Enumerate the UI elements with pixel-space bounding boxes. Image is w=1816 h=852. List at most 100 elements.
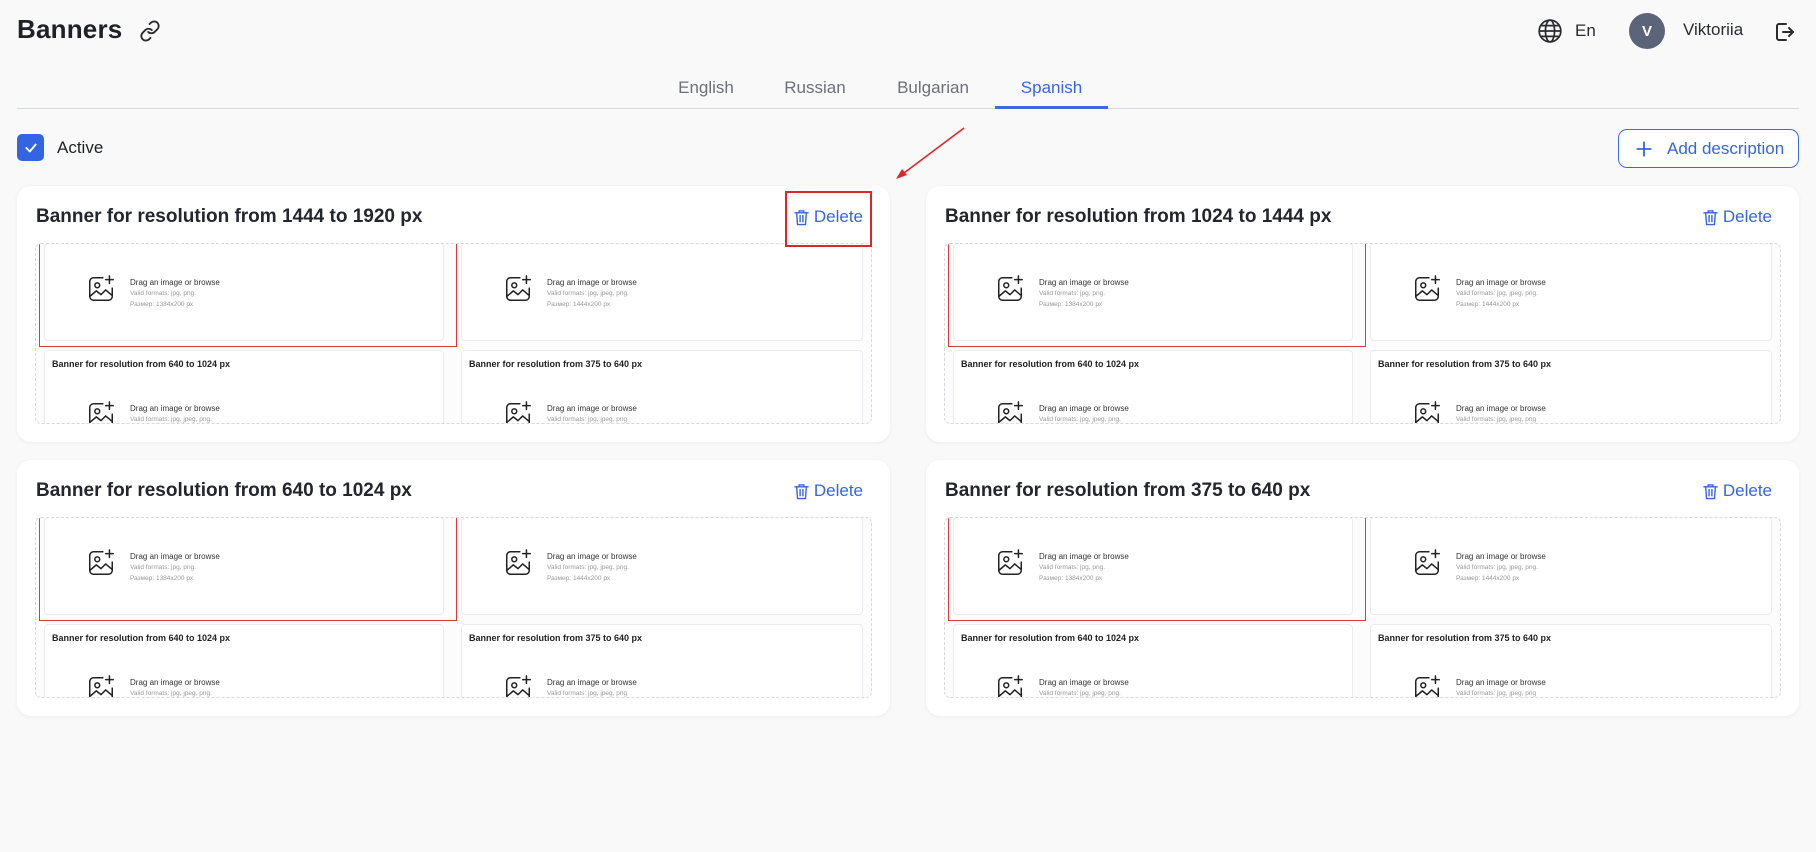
image-dropzone[interactable]: Drag an image or browse Valid formats: jp… xyxy=(1412,674,1546,697)
preview-tile-title: Banner for resolution from 640 to 1024 p… xyxy=(52,633,231,643)
image-dropzone[interactable]: Drag an image or browse Valid formats: jp… xyxy=(86,400,220,423)
dropzone-formats: Valid formats: jpg, jpeg, png. xyxy=(1039,690,1121,697)
dropzone-formats: Valid formats: jpg, png. xyxy=(130,290,196,297)
image-dropzone[interactable]: Drag an image or browse Valid formats: jp… xyxy=(995,548,1129,584)
active-checkbox[interactable] xyxy=(17,134,44,161)
avatar[interactable]: V xyxy=(1629,13,1665,49)
page-title: Banners xyxy=(17,14,123,44)
dropzone-size: Размер: 1444x200 px xyxy=(1456,301,1520,308)
image-upload-icon xyxy=(506,401,531,423)
image-dropzone[interactable]: Drag an image or browse Valid formats: jp… xyxy=(1412,400,1546,423)
dropzone-formats: Valid formats: jpg, jpeg, png xyxy=(1456,690,1537,697)
banner-preview: Banner for resolution from 640 to 1024 p… xyxy=(35,243,872,424)
preview-tile-title: Banner for resolution from 375 to 640 px xyxy=(469,633,643,643)
annotation-highlight-box xyxy=(785,191,872,247)
image-upload-icon xyxy=(1415,549,1440,575)
add-description-label: Add description xyxy=(1667,138,1785,158)
preview-tile-title: Banner for resolution from 640 to 1024 p… xyxy=(52,359,231,369)
tab-english[interactable]: English xyxy=(668,78,744,110)
image-dropzone[interactable]: Drag an image or browse Valid formats: jp… xyxy=(995,400,1129,423)
image-upload-icon xyxy=(89,275,114,301)
preview-tile-title: Banner for resolution from 640 to 1024 p… xyxy=(961,633,1140,643)
language-switcher[interactable]: En xyxy=(1537,17,1596,45)
plus-icon xyxy=(1636,140,1652,157)
image-dropzone[interactable]: Drag an image or browse Valid formats: jp… xyxy=(86,274,220,310)
dropzone-text: Drag an image or browse xyxy=(130,678,220,687)
delete-button[interactable]: Delete xyxy=(794,481,863,501)
link-icon[interactable] xyxy=(139,20,161,42)
delete-label: Delete xyxy=(813,481,863,500)
delete-button[interactable]: Delete xyxy=(1703,481,1772,501)
dropzone-text: Drag an image or browse xyxy=(1039,404,1129,413)
banner-card: Banner for resolution from 1444 to 1920 … xyxy=(17,186,890,442)
active-tab-indicator xyxy=(995,106,1108,109)
banner-card: Banner for resolution from 375 to 640 px… xyxy=(926,460,1799,716)
banner-preview: Banner for resolution from 640 to 1024 p… xyxy=(944,517,1781,698)
image-upload-icon xyxy=(998,675,1023,697)
image-upload-icon xyxy=(89,401,114,423)
tab-russian[interactable]: Russian xyxy=(777,78,853,110)
banner-card-title: Banner for resolution from 1444 to 1920 … xyxy=(36,206,423,227)
dropzone-formats: Valid formats: jpg, jpeg, png xyxy=(547,416,628,423)
dropzone-text: Drag an image or browse xyxy=(547,404,637,413)
dropzone-size: Размер: 1384x200 px xyxy=(1039,575,1103,582)
image-dropzone[interactable]: Drag an image or browse Valid formats: jp… xyxy=(1412,274,1546,310)
trash-icon xyxy=(1703,209,1718,225)
image-dropzone[interactable]: Drag an image or browse Valid formats: jp… xyxy=(1412,548,1546,584)
dropzone-text: Drag an image or browse xyxy=(1456,678,1546,687)
logout-icon[interactable] xyxy=(1773,20,1797,44)
dropzone-text: Drag an image or browse xyxy=(547,278,637,287)
dropzone-formats: Valid formats: jpg, png. xyxy=(1039,564,1105,571)
delete-button[interactable]: Delete xyxy=(1703,207,1772,227)
add-description-button[interactable]: Add description xyxy=(1618,129,1799,168)
image-upload-icon xyxy=(1415,275,1440,301)
dropzone-text: Drag an image or browse xyxy=(130,404,220,413)
dropzone-size: Размер: 1384x200 px xyxy=(1039,301,1103,308)
dropzone-formats: Valid formats: jpg, png. xyxy=(130,564,196,571)
preview-tile-title: Banner for resolution from 375 to 640 px xyxy=(469,359,643,369)
image-dropzone[interactable]: Drag an image or browse Valid formats: jp… xyxy=(995,274,1129,310)
banner-preview: Banner for resolution from 640 to 1024 p… xyxy=(35,517,872,698)
image-dropzone[interactable]: Drag an image or browse Valid formats: jp… xyxy=(503,674,637,697)
image-dropzone[interactable]: Drag an image or browse Valid formats: jp… xyxy=(86,674,220,697)
user-name[interactable]: Viktoriia xyxy=(1683,20,1743,40)
dropzone-formats: Valid formats: jpg, jpeg, png. xyxy=(1039,416,1121,423)
image-upload-icon xyxy=(1415,675,1440,697)
dropzone-text: Drag an image or browse xyxy=(1039,552,1129,561)
dropzone-size: Размер: 1444x200 px xyxy=(547,575,611,582)
dropzone-formats: Valid formats: jpg, jpeg, png. xyxy=(130,690,212,697)
dropzone-size: Размер: 1384x200 px xyxy=(130,575,194,582)
globe-icon xyxy=(1538,19,1562,43)
image-dropzone[interactable]: Drag an image or browse Valid formats: jp… xyxy=(503,274,637,310)
tab-bulgarian[interactable]: Bulgarian xyxy=(890,78,976,110)
image-upload-icon xyxy=(89,549,114,575)
preview-tile-title: Banner for resolution from 640 to 1024 p… xyxy=(961,359,1140,369)
dropzone-formats: Valid formats: jpg, jpeg, png. xyxy=(1456,564,1538,571)
banner-card: Banner for resolution from 640 to 1024 p… xyxy=(17,460,890,716)
dropzone-text: Drag an image or browse xyxy=(1456,404,1546,413)
preview-tile-title: Banner for resolution from 375 to 640 px xyxy=(1378,633,1552,643)
banner-card-title: Banner for resolution from 375 to 640 px xyxy=(945,480,1311,501)
dropzone-text: Drag an image or browse xyxy=(1039,678,1129,687)
image-upload-icon xyxy=(506,675,531,697)
image-upload-icon xyxy=(1415,401,1440,423)
delete-label: Delete xyxy=(1722,481,1772,500)
dropzone-text: Drag an image or browse xyxy=(547,678,637,687)
image-dropzone[interactable]: Drag an image or browse Valid formats: jp… xyxy=(503,400,637,423)
tabs-divider xyxy=(17,108,1799,109)
trash-icon xyxy=(794,483,809,499)
dropzone-formats: Valid formats: jpg, jpeg, png. xyxy=(547,290,629,297)
banner-card: Banner for resolution from 1024 to 1444 … xyxy=(926,186,1799,442)
dropzone-formats: Valid formats: jpg, png. xyxy=(1039,290,1105,297)
image-dropzone[interactable]: Drag an image or browse Valid formats: jp… xyxy=(503,548,637,584)
image-upload-icon xyxy=(506,549,531,575)
dropzone-formats: Valid formats: jpg, jpeg, png. xyxy=(1456,290,1538,297)
banner-card-title: Banner for resolution from 640 to 1024 p… xyxy=(36,480,412,501)
image-dropzone[interactable]: Drag an image or browse Valid formats: jp… xyxy=(86,548,220,584)
image-dropzone[interactable]: Drag an image or browse Valid formats: jp… xyxy=(995,674,1129,697)
dropzone-text: Drag an image or browse xyxy=(1456,552,1546,561)
dropzone-size: Размер: 1444x200 px xyxy=(1456,575,1520,582)
image-upload-icon xyxy=(506,275,531,301)
active-label: Active xyxy=(57,138,104,157)
language-label: En xyxy=(1575,21,1596,40)
